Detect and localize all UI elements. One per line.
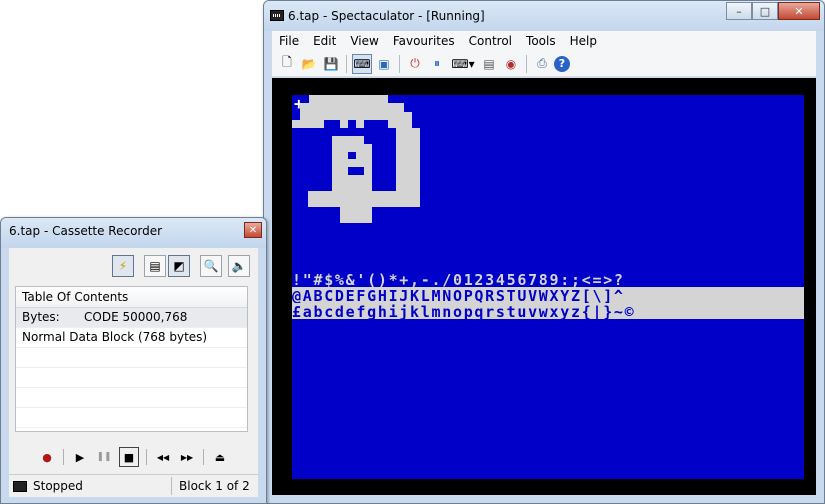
empty-row: [16, 348, 247, 368]
minimize-icon[interactable]: –: [726, 2, 752, 20]
cassette-recorder-window: 6.tap - Cassette Recorder ✕ ⚡ ▤ ◩ 🔍 🔈 Ta…: [0, 217, 267, 504]
cassette-panel: ⚡ ▤ ◩ 🔍 🔈 Table Of Contents Bytes: CODE …: [9, 248, 258, 475]
close-icon[interactable]: ✕: [778, 2, 820, 20]
table-of-contents[interactable]: Table Of Contents Bytes: CODE 50000,768 …: [15, 286, 248, 432]
menu-file[interactable]: File: [272, 34, 306, 48]
record-icon[interactable]: ●: [38, 448, 56, 466]
toolbar-separator: [526, 54, 527, 73]
tape-status-icon: [13, 480, 27, 492]
eject-icon[interactable]: ⏏: [211, 448, 229, 466]
tape-status: Stopped: [33, 479, 83, 493]
toc-header[interactable]: Table Of Contents: [16, 287, 247, 308]
stop-icon[interactable]: ■: [119, 447, 139, 467]
cassette-toolbar: ⚡ ▤ ◩ 🔍 🔈: [110, 254, 250, 278]
new-icon[interactable]: 🗋: [277, 54, 297, 74]
sound-icon[interactable]: 🔈: [228, 255, 250, 277]
save-icon[interactable]: 💾: [321, 54, 341, 74]
play-icon[interactable]: ▶: [71, 448, 89, 466]
tape-traps-icon[interactable]: ▤: [144, 255, 166, 277]
menu-help[interactable]: Help: [563, 34, 604, 48]
menu-edit[interactable]: Edit: [306, 34, 343, 48]
keyboard-icon[interactable]: ⌨: [352, 53, 372, 74]
window-icon[interactable]: ▣: [374, 54, 394, 74]
cassette-title-bar[interactable]: 6.tap - Cassette Recorder ✕: [1, 218, 266, 248]
menu-control[interactable]: Control: [462, 34, 519, 48]
block-value: CODE 50000,768: [84, 310, 188, 324]
toolbar-separator: [346, 54, 347, 73]
menu-favourites[interactable]: Favourites: [386, 34, 462, 48]
pause-icon[interactable]: ❚❚: [95, 448, 113, 466]
fast-forward-icon[interactable]: ▶▶: [178, 448, 196, 466]
maximize-icon[interactable]: □: [752, 2, 778, 20]
separator: [146, 449, 147, 465]
joystick-keyboard-icon[interactable]: ⌨▾: [449, 54, 477, 74]
separator: [63, 449, 64, 465]
list-item[interactable]: Normal Data Block (768 bytes): [16, 328, 247, 348]
status-bar: Stopped Block 1 of 2: [9, 474, 258, 497]
block-label: Normal Data Block (768 bytes): [22, 330, 208, 344]
charset-line-3: £abcdefghijklmnopqrstuvwxyz{|}~©: [292, 303, 804, 319]
list-item[interactable]: Bytes: CODE 50000,768: [16, 308, 247, 328]
pause-icon[interactable]: ⏸: [427, 54, 447, 74]
separator: [171, 477, 172, 495]
record-settings-icon[interactable]: ◉: [501, 54, 521, 74]
browse-icon[interactable]: 🔍: [200, 255, 222, 277]
window-title: 6.tap - Spectaculator - [Running]: [288, 9, 485, 23]
udg-block-graphic: [292, 95, 420, 223]
block-indicator: Block 1 of 2: [179, 479, 250, 493]
flash-load-icon[interactable]: ◩: [168, 255, 190, 277]
empty-row: [16, 408, 247, 428]
charset-line-1: !"#$%&'()*+,-./0123456789:;<=>?: [292, 271, 625, 287]
toolbar-separator: [399, 54, 400, 73]
cassette-window-title: 6.tap - Cassette Recorder: [9, 224, 163, 238]
block-label: Bytes:: [22, 310, 60, 324]
menu-view[interactable]: View: [343, 34, 385, 48]
separator: [203, 449, 204, 465]
open-folder-icon[interactable]: 📂: [299, 54, 319, 74]
empty-row: [16, 368, 247, 388]
emulator-border: + !"#$%&'()*+,-./0123456789:;<=>? @ABCDE…: [272, 78, 816, 495]
charset-line-2: @ABCDEFGHIJKLMNOPQRSTUVWXYZ[\]^_: [292, 287, 804, 303]
main-toolbar: 🗋 📂 💾 ⌨ ▣ ⏻ ⏸ ⌨▾ ▤ ◉ ⎙ ?: [272, 51, 816, 77]
reset-icon[interactable]: ⏻: [405, 54, 425, 74]
spectrum-screen[interactable]: + !"#$%&'()*+,-./0123456789:;<=>? @ABCDE…: [292, 95, 804, 479]
menu-tools[interactable]: Tools: [519, 34, 563, 48]
close-icon[interactable]: ✕: [244, 222, 262, 238]
title-bar[interactable]: 6.tap - Spectaculator - [Running] – □ ✕: [264, 1, 824, 31]
tape-icon[interactable]: ▤: [479, 54, 499, 74]
empty-row: [16, 388, 247, 408]
transport-controls: ● ▶ ❚❚ ■ ◀◀ ▶▶ ⏏: [9, 445, 258, 469]
spectaculator-window: 6.tap - Spectaculator - [Running] – □ ✕ …: [263, 0, 825, 504]
spectrum-app-icon: [270, 10, 284, 21]
fast-load-icon[interactable]: ⚡: [112, 255, 134, 277]
printer-icon[interactable]: ⎙: [532, 54, 552, 74]
menu-bar: File Edit View Favourites Control Tools …: [272, 31, 816, 51]
help-icon[interactable]: ?: [554, 55, 570, 72]
rewind-icon[interactable]: ◀◀: [154, 448, 172, 466]
